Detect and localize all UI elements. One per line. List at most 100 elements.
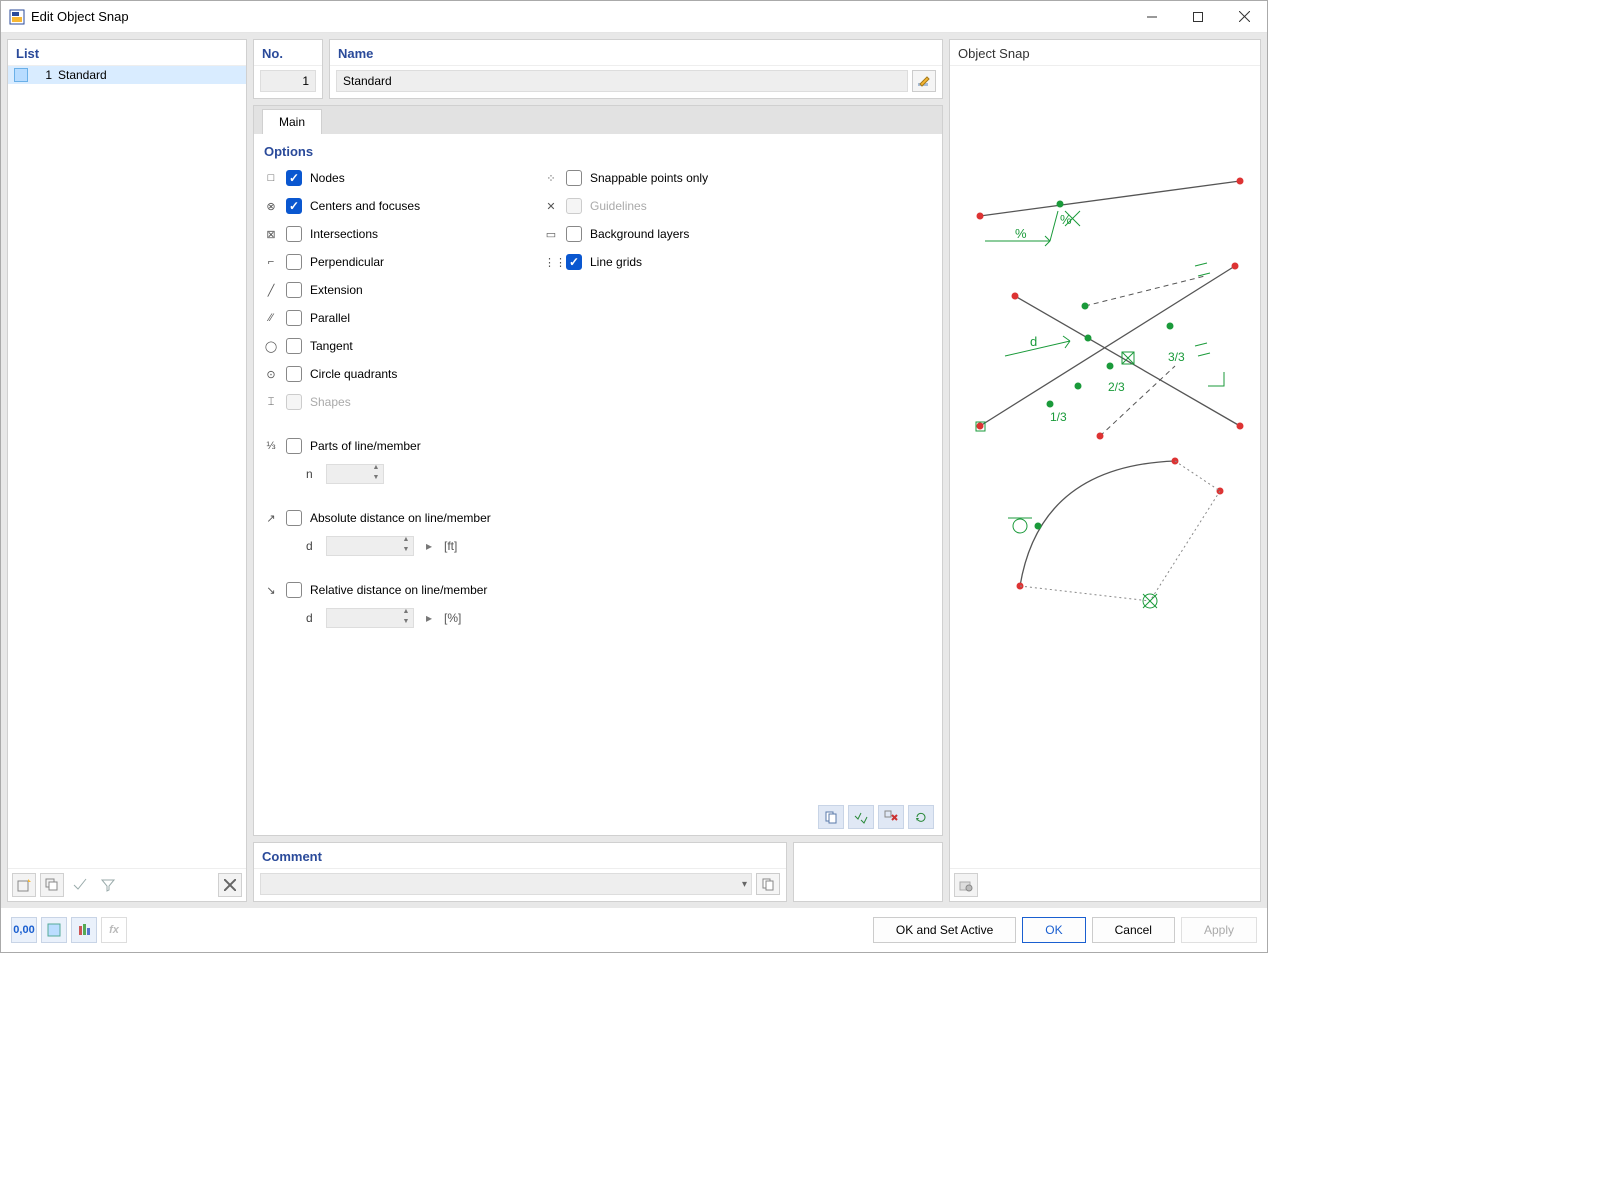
checkbox-circle-quadrants[interactable] (286, 366, 302, 382)
comment-combo[interactable]: ▾ (260, 873, 752, 895)
edit-object-snap-window: Edit Object Snap List 1 Standard (0, 0, 1268, 953)
apply-button: Apply (1181, 917, 1257, 943)
checkbox-background-layers[interactable] (566, 226, 582, 242)
tab-main[interactable]: Main (262, 109, 322, 134)
chevron-down-icon: ▾ (742, 879, 747, 890)
option-background-layers: ▭ Background layers (544, 223, 794, 245)
label-parts: Parts of line/member (310, 439, 421, 453)
minimize-button[interactable] (1129, 1, 1175, 32)
checkbox-extension[interactable] (286, 282, 302, 298)
icon-button-3[interactable] (71, 917, 97, 943)
copy-item-button[interactable] (40, 873, 64, 897)
delete-item-button[interactable] (218, 873, 242, 897)
new-item-button[interactable] (12, 873, 36, 897)
preview-canvas: % % (950, 66, 1260, 868)
checkbox-snappable-only[interactable] (566, 170, 582, 186)
options-toolbar (818, 805, 934, 829)
nodes-icon: □ (264, 172, 278, 184)
filter-item-button[interactable] (96, 873, 120, 897)
options-reset-button[interactable] (908, 805, 934, 829)
list-item[interactable]: 1 Standard (8, 66, 246, 84)
option-perpendicular: ⌐ Perpendicular (264, 251, 514, 273)
guidelines-icon: ✕ (544, 200, 558, 213)
label-extension: Extension (310, 283, 363, 297)
abs-d-unit: [ft] (444, 539, 457, 553)
edit-name-button[interactable] (912, 70, 936, 92)
checkbox-centers[interactable] (286, 198, 302, 214)
parallel-icon: ⁄⁄ (264, 312, 278, 324)
tabs-bar: Main (254, 106, 942, 134)
preview-header: Object Snap (950, 40, 1260, 66)
checkbox-parallel[interactable] (286, 310, 302, 326)
abs-d-label: d (306, 539, 318, 553)
svg-text:%: % (1015, 226, 1027, 241)
options-copy-button[interactable] (818, 805, 844, 829)
list-item-name: Standard (58, 68, 107, 82)
option-centers: ⊗ Centers and focuses (264, 195, 514, 217)
options-uncheckall-button[interactable] (878, 805, 904, 829)
rel-distance-icon: ↘ (264, 584, 278, 597)
icon-button-2[interactable] (41, 917, 67, 943)
checkbox-parts[interactable] (286, 438, 302, 454)
label-intersections: Intersections (310, 227, 378, 241)
maximize-button[interactable] (1175, 1, 1221, 32)
name-field[interactable]: Standard (336, 70, 908, 92)
option-parts: ⅓ Parts of line/member (264, 435, 514, 457)
comment-side-panel (793, 842, 943, 902)
abs-d-input[interactable]: ▲▼ (326, 536, 414, 556)
checkbox-shapes (286, 394, 302, 410)
abs-d-step-button[interactable]: ▸ (422, 539, 436, 553)
label-tangent: Tangent (310, 339, 353, 353)
option-snappable-only: ⁘ Snappable points only (544, 167, 794, 189)
name-header: Name (330, 40, 942, 66)
fx-button[interactable]: fx (101, 917, 127, 943)
list-panel: List 1 Standard (7, 39, 247, 902)
list-item-selected-marker (14, 68, 28, 82)
option-shapes: ⌶ Shapes (264, 391, 514, 413)
checkbox-intersections[interactable] (286, 226, 302, 242)
main-panel: Main Options □ Nodes (253, 105, 943, 836)
ok-button[interactable]: OK (1022, 917, 1085, 943)
comment-library-button[interactable] (756, 873, 780, 895)
rel-d-label: d (306, 611, 318, 625)
window-title: Edit Object Snap (31, 9, 1129, 24)
svg-text:1/3: 1/3 (1050, 410, 1067, 424)
checkbox-abs-distance[interactable] (286, 510, 302, 526)
checkbox-nodes[interactable] (286, 170, 302, 186)
option-guidelines: ✕ Guidelines (544, 195, 794, 217)
parts-icon: ⅓ (264, 440, 278, 452)
app-icon (9, 9, 25, 25)
list-toolbar (8, 868, 246, 901)
svg-text:d: d (1030, 334, 1037, 349)
rel-d-input[interactable]: ▲▼ (326, 608, 414, 628)
option-nodes: □ Nodes (264, 167, 514, 189)
parts-n-input[interactable]: ▲▼ (326, 464, 384, 484)
option-tangent: ◯ Tangent (264, 335, 514, 357)
options-col-right: ⁘ Snappable points only ✕ Guidelines (544, 167, 794, 629)
number-header: No. (254, 40, 322, 66)
name-panel: Name Standard (329, 39, 943, 99)
units-button[interactable]: 0,00 (11, 917, 37, 943)
label-circle-quadrants: Circle quadrants (310, 367, 397, 381)
checkbox-tangent[interactable] (286, 338, 302, 354)
ok-set-active-button[interactable]: OK and Set Active (873, 917, 1016, 943)
options-col-left: □ Nodes ⊗ Centers and focuses (264, 167, 514, 629)
label-centers: Centers and focuses (310, 199, 420, 213)
check-item-button[interactable] (68, 873, 92, 897)
label-parallel: Parallel (310, 311, 350, 325)
close-button[interactable] (1221, 1, 1267, 32)
preview-panel: Object Snap % % (949, 39, 1261, 902)
button-bar: 0,00 fx OK and Set Active OK Cancel Appl… (1, 908, 1267, 952)
snappable-only-icon: ⁘ (544, 172, 558, 185)
checkbox-rel-distance[interactable] (286, 582, 302, 598)
checkbox-line-grids[interactable] (566, 254, 582, 270)
parts-n-label: n (306, 467, 318, 481)
options-checkall-button[interactable] (848, 805, 874, 829)
rel-d-step-button[interactable]: ▸ (422, 611, 436, 625)
cancel-button[interactable]: Cancel (1092, 917, 1175, 943)
label-snappable-only: Snappable points only (590, 171, 708, 185)
list-body[interactable]: 1 Standard (8, 66, 246, 868)
checkbox-perpendicular[interactable] (286, 254, 302, 270)
rel-d-unit: [%] (444, 611, 461, 625)
preview-settings-button[interactable] (954, 873, 978, 897)
